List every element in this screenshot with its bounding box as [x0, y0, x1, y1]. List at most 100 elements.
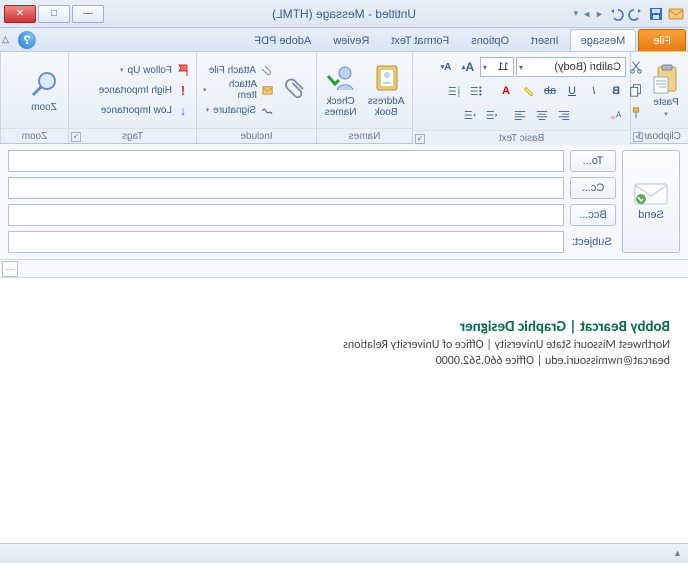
bcc-button[interactable]: Bcc...: [570, 204, 616, 226]
group-zoom: Zoom Zoom: [0, 52, 68, 143]
low-importance-button[interactable]: ↓ Low Importance: [71, 100, 194, 120]
font-selector[interactable]: Calibri (Body)▾: [516, 57, 626, 77]
title-bar: ◄ ► ▾ Untitled - Message (HTML) — □ ✕: [0, 0, 688, 28]
indent-icon[interactable]: [460, 105, 480, 125]
to-button[interactable]: To...: [570, 150, 616, 172]
signature-line-2: Northwest Missouri State University | Of…: [18, 338, 670, 352]
shrink-font-icon[interactable]: A▾: [436, 57, 456, 77]
low-importance-icon: ↓: [176, 103, 190, 117]
tab-review[interactable]: Review: [322, 29, 380, 51]
align-right-icon[interactable]: [510, 105, 530, 125]
address-book-button[interactable]: Address Book: [362, 54, 410, 126]
bullets-icon[interactable]: [466, 81, 486, 101]
signature-line-3: bearcat@nwmissouri.edu | Office 660.562.…: [18, 354, 670, 368]
svg-text:A: A: [615, 111, 621, 120]
numbering-icon[interactable]: 123: [444, 81, 464, 101]
minimize-ribbon-icon[interactable]: △: [2, 34, 9, 45]
minimize-button[interactable]: —: [72, 5, 104, 23]
signature-button[interactable]: Signature▾: [199, 100, 278, 120]
dialog-launcher-icon[interactable]: ↘: [71, 132, 81, 142]
group-basic-text: Calibri (Body)▾ 11▾ A▴ A▾ B I U ab A 123…: [412, 52, 630, 143]
message-header: Send To... Cc... Bcc... Subject:: [0, 144, 688, 260]
window-buttons: — □ ✕: [4, 5, 104, 23]
tab-adobe-pdf[interactable]: Adobe PDF: [243, 29, 322, 51]
attach-file-button[interactable]: Attach File: [199, 60, 278, 80]
tab-message[interactable]: Message: [570, 29, 637, 51]
maximize-button[interactable]: □: [38, 5, 70, 23]
grow-font-icon[interactable]: A▴: [458, 57, 478, 77]
check-names-button[interactable]: Check Names: [319, 54, 362, 126]
underline-icon[interactable]: U: [562, 81, 582, 101]
status-bar: ▴: [0, 543, 688, 563]
save-icon[interactable]: [648, 6, 664, 22]
strike-icon[interactable]: ab: [540, 81, 560, 101]
group-clipboard-label: Clipboard↘: [631, 128, 688, 143]
send-button[interactable]: Send: [622, 150, 680, 253]
cc-button[interactable]: Cc...: [570, 177, 616, 199]
attach-file-icon: [260, 63, 274, 77]
paste-button[interactable]: Paste ▾: [646, 54, 686, 126]
ruler-toggle-icon[interactable]: ⋯: [2, 261, 18, 277]
message-editor[interactable]: Bobby Bearcat | Graphic Designer Northwe…: [0, 278, 688, 378]
bold-icon[interactable]: B: [606, 81, 626, 101]
quick-access-toolbar: ◄ ► ▾: [574, 6, 684, 22]
flag-icon: [176, 63, 190, 77]
tab-format-text[interactable]: Format Text: [380, 29, 460, 51]
undo-icon[interactable]: [628, 6, 644, 22]
follow-up-button[interactable]: Follow Up▾: [71, 60, 194, 80]
group-names: Address Book Check Names Names: [316, 52, 412, 143]
dialog-launcher-icon[interactable]: ↘: [415, 134, 425, 144]
attach-item-button[interactable]: Attach Item▾: [199, 80, 278, 100]
highlight-icon[interactable]: [518, 81, 538, 101]
font-size-selector[interactable]: 11▾: [480, 57, 514, 77]
dialog-launcher-icon[interactable]: ↘: [633, 132, 643, 142]
high-importance-button[interactable]: ! High Importance: [71, 80, 194, 100]
address-book-label: Address Book: [368, 96, 405, 118]
outdent-icon[interactable]: [482, 105, 502, 125]
font-color-icon[interactable]: A: [496, 81, 516, 101]
qat-next-icon[interactable]: ►: [582, 9, 591, 19]
group-names-label: Names: [317, 128, 412, 143]
signature-name: Bobby Bearcat | Graphic Designer: [18, 318, 670, 336]
paste-label: Paste: [653, 97, 679, 108]
close-button[interactable]: ✕: [4, 5, 36, 23]
paperclip-icon: [282, 76, 310, 104]
signature-icon: [260, 103, 274, 117]
qat-prev-icon[interactable]: ◄: [595, 9, 604, 19]
qat-customize-icon[interactable]: ▾: [574, 8, 579, 19]
help-button[interactable]: ?: [18, 31, 36, 49]
group-clipboard: Paste ▾ Clipboard↘: [630, 52, 688, 143]
group-include-label: Include: [197, 128, 316, 143]
high-importance-icon: !: [176, 83, 190, 97]
chevron-down-icon: ▾: [664, 110, 668, 118]
to-field[interactable]: [8, 150, 564, 172]
group-basic-text-label: Basic Text↘: [413, 130, 630, 145]
svg-text:3: 3: [457, 92, 460, 97]
ruler-bar: ⋯: [0, 260, 688, 278]
zoom-label: Zoom: [31, 102, 57, 113]
group-tags-label: Tags↘: [69, 128, 196, 143]
attach-item-icon: [261, 83, 274, 97]
group-zoom-label: Zoom: [1, 128, 68, 143]
file-tab[interactable]: File: [638, 29, 686, 51]
check-names-label: Check Names: [325, 96, 357, 118]
ribbon: Paste ▾ Clipboard↘ Calibri (Body)▾ 11▾ A…: [0, 52, 688, 144]
ribbon-tabs: File Message Insert Options Format Text …: [0, 28, 688, 52]
clear-formatting-icon[interactable]: A: [606, 105, 626, 125]
zoom-button[interactable]: Zoom: [22, 54, 66, 126]
italic-icon[interactable]: I: [584, 81, 604, 101]
group-include: Attach File Attach Item▾ Signature▾ Incl…: [196, 52, 316, 143]
send-label: Send: [638, 209, 664, 221]
align-center-icon[interactable]: [532, 105, 552, 125]
tab-insert[interactable]: Insert: [520, 29, 570, 51]
cc-field[interactable]: [8, 177, 564, 199]
subject-field[interactable]: [8, 231, 564, 253]
align-left-icon[interactable]: [554, 105, 574, 125]
group-tags: Follow Up▾ ! High Importance ↓ Low Impor…: [68, 52, 196, 143]
message-body-area: ⋯ Bobby Bearcat | Graphic Designer North…: [0, 260, 688, 550]
bcc-field[interactable]: [8, 204, 564, 226]
tab-options[interactable]: Options: [460, 29, 520, 51]
statusbar-chevron-icon[interactable]: ▴: [675, 548, 680, 559]
subject-label: Subject:: [570, 236, 616, 248]
redo-icon[interactable]: [608, 6, 624, 22]
